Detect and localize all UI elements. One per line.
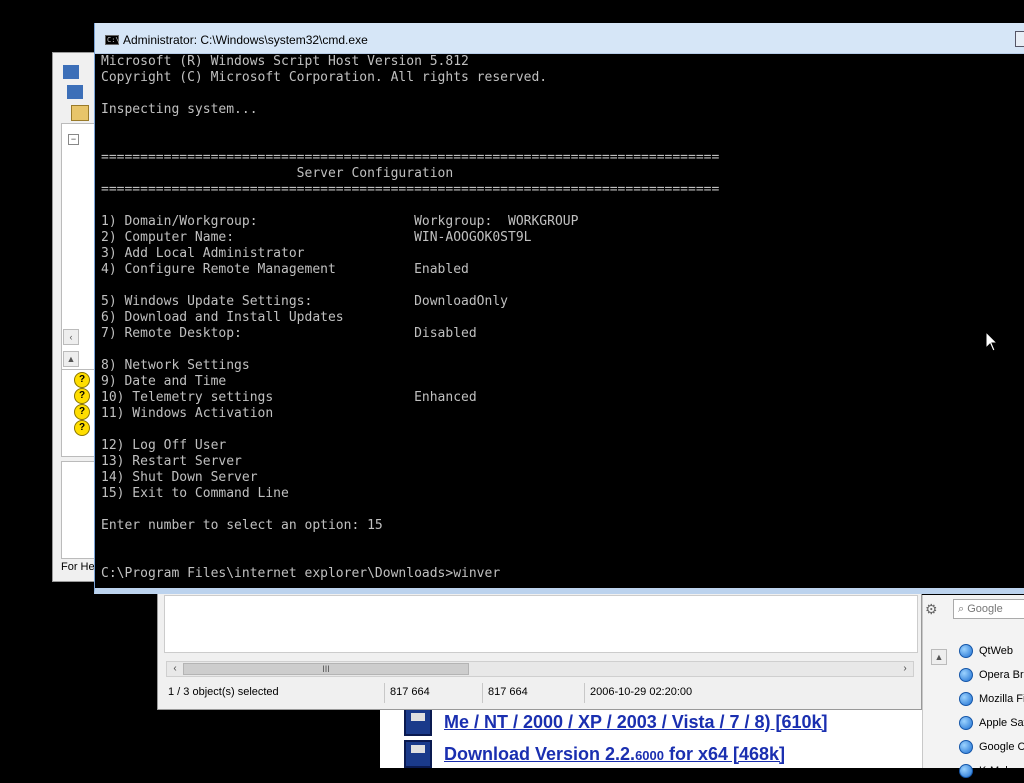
divider — [482, 683, 483, 703]
globe-icon — [959, 692, 973, 706]
console-icon: C:\ — [105, 35, 120, 45]
help-question-icon: ? — [74, 420, 90, 436]
browser-side-panel: ⚙ ⌕ Google ▲ QtWeb Opera Bro Mozilla Fir… — [922, 595, 1024, 778]
status-bar: 1 / 3 object(s) selected 817 664 817 664… — [164, 683, 916, 703]
scrollbar-thumb[interactable]: III — [183, 663, 469, 675]
file-explorer-window: ‹ III › 1 / 3 object(s) selected 817 664… — [157, 590, 922, 710]
globe-icon — [959, 644, 973, 658]
download-link-1[interactable]: Me / NT / 2000 / XP / 2003 / Vista / 7 /… — [444, 712, 828, 733]
browser-list: QtWeb Opera Bro Mozilla Fir Apple Saf Go… — [959, 639, 1024, 783]
collapse-icon[interactable]: − — [68, 134, 79, 145]
list-item[interactable]: Mozilla Fir — [959, 687, 1024, 711]
file-date: 2006-10-29 02:20:00 — [590, 686, 693, 698]
globe-icon — [959, 668, 973, 682]
scroll-left-arrow[interactable]: ‹ — [167, 662, 183, 676]
globe-icon — [959, 740, 973, 754]
console-output[interactable]: Microsoft (R) Windows Script Host Versio… — [101, 54, 719, 582]
scroll-right-arrow[interactable]: › — [897, 662, 913, 676]
horizontal-scrollbar[interactable]: ‹ III › — [166, 661, 914, 677]
list-item[interactable]: K-Meleon — [959, 759, 1024, 783]
help-question-icon: ? — [74, 404, 90, 420]
floppy-disk-icon — [404, 708, 432, 736]
selection-status: 1 / 3 object(s) selected — [168, 686, 279, 698]
divider — [384, 683, 385, 703]
file-size: 817 664 — [488, 686, 528, 698]
floppy-disk-icon — [404, 740, 432, 768]
left-background-window: − ‹ ▲ ? ? ? ? For He — [52, 52, 99, 582]
file-list-area[interactable] — [164, 595, 918, 653]
help-question-icon: ? — [74, 372, 90, 388]
folder-open-icon[interactable] — [71, 105, 89, 121]
help-question-icon: ? — [74, 388, 90, 404]
scroll-up-arrow[interactable]: ▲ — [931, 649, 947, 665]
title-bar[interactable]: C:\ Administrator: C:\Windows\system32\c… — [95, 23, 1024, 54]
window-title: Administrator: C:\Windows\system32\cmd.e… — [123, 33, 368, 47]
download-link-2[interactable]: Download Version 2.2.6000 for x64 [468k] — [444, 744, 785, 765]
app-icon — [63, 65, 79, 79]
list-item[interactable]: QtWeb — [959, 639, 1024, 663]
settings-gear-icon[interactable]: ⚙ — [925, 601, 938, 618]
file-size: 817 664 — [390, 686, 430, 698]
download-link-row-1[interactable]: Me / NT / 2000 / XP / 2003 / Vista / 7 /… — [404, 708, 828, 736]
list-item[interactable]: Google Cl — [959, 735, 1024, 759]
window-control-button[interactable] — [1015, 31, 1024, 47]
mouse-cursor-icon — [985, 331, 999, 352]
globe-icon — [959, 716, 973, 730]
download-link-row-2[interactable]: Download Version 2.2.6000 for x64 [468k] — [404, 740, 785, 768]
menu-icon — [67, 85, 83, 99]
cmd-window[interactable]: C:\ Administrator: C:\Windows\system32\c… — [94, 23, 1024, 594]
scroll-left-arrow[interactable]: ‹ — [63, 329, 79, 345]
divider — [584, 683, 585, 703]
list-item[interactable]: Opera Bro — [959, 663, 1024, 687]
search-input[interactable]: ⌕ Google — [953, 599, 1024, 619]
status-hint: For He — [61, 561, 95, 573]
scroll-up-arrow[interactable]: ▲ — [63, 351, 79, 367]
globe-icon — [959, 764, 973, 778]
list-item[interactable]: Apple Saf — [959, 711, 1024, 735]
